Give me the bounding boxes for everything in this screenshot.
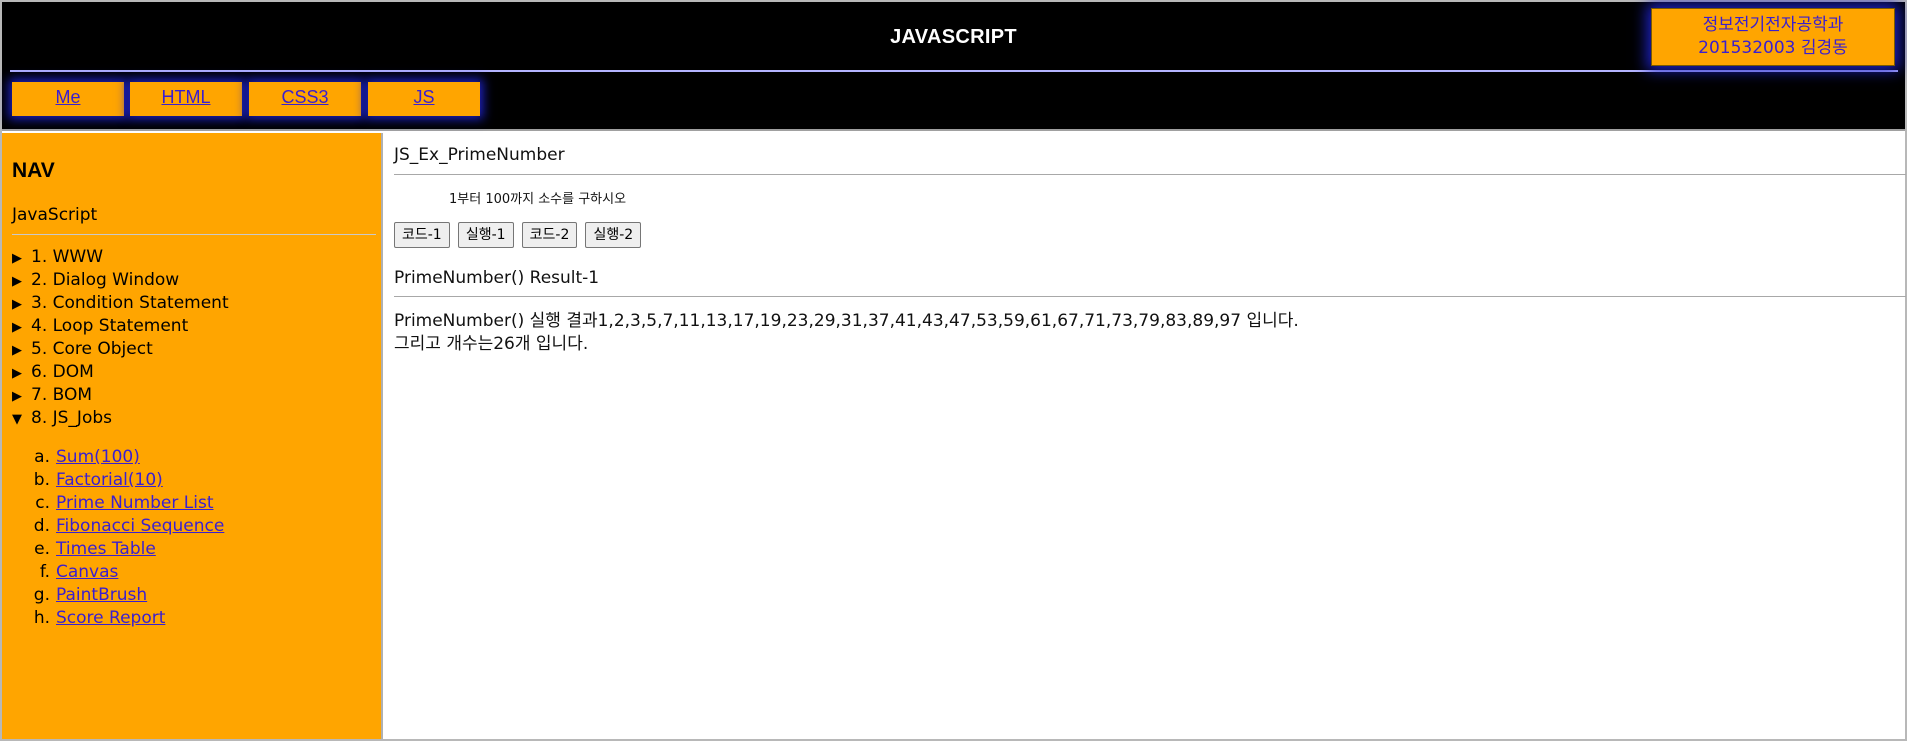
chapter-item-www[interactable]: ▶ 1. WWW [12,246,229,269]
list-marker: h. [33,608,50,628]
result-line-primes: PrimeNumber() 실행 결과1,2,3,5,7,11,13,17,19… [394,311,1299,331]
student-badge: 정보전기전자공학과 201532003 김경동 [1651,8,1895,66]
list-marker: a. [34,447,50,467]
job-item-fibonacci: d. Fibonacci Sequence [2,515,225,538]
chapter-list: ▶ 1. WWW ▶ 2. Dialog Window ▶ 3. Condition … [12,246,229,430]
task-description: 1부터 100까지 소수를 구하시오 [449,192,627,207]
list-marker: f. [39,562,50,582]
list-marker: d. [33,516,50,536]
job-link-fibonacci[interactable]: Fibonacci Sequence [56,516,224,536]
chapter-label: 6. DOM [31,362,94,382]
job-item-score-report: h. Score Report [2,607,224,630]
job-item-paintbrush: g. PaintBrush [2,584,224,607]
result-title: PrimeNumber() Result-1 [394,268,600,288]
student-department: 정보전기전자공학과 [1702,15,1844,35]
collapsed-triangle-icon: ▶ [12,366,22,381]
header-divider [10,70,1898,72]
chapter-item-core-object[interactable]: ▶ 5. Core Object [12,338,229,361]
page-title: JAVASCRIPT [890,26,1017,48]
job-link-times-table[interactable]: Times Table [56,539,156,559]
collapsed-triangle-icon: ▶ [12,274,22,289]
chapter-label: 5. Core Object [31,339,153,359]
nav-button-me[interactable]: Me [12,82,124,116]
expanded-triangle-icon: ▼ [12,412,22,427]
nav-button-js[interactable]: JS [368,82,480,116]
job-item-sum: a. Sum(100) [2,446,224,469]
collapsed-triangle-icon: ▶ [12,297,22,312]
code-1-button[interactable]: 코드-1 [394,222,450,248]
main-content: JS_Ex_PrimeNumber 1부터 100까지 소수를 구하시오 코드-… [385,133,1906,739]
chapter-label: 1. WWW [31,247,104,267]
page-header: JAVASCRIPT 정보전기전자공학과 201532003 김경동 Me HT… [2,2,1905,131]
job-item-prime-number-list: c. Prime Number List [2,492,224,515]
job-link-factorial[interactable]: Factorial(10) [56,470,163,490]
chapter-label: 3. Condition Statement [31,293,229,313]
collapsed-triangle-icon: ▶ [12,343,22,358]
result-divider [394,296,1906,297]
browser-page: JAVASCRIPT 정보전기전자공학과 201532003 김경동 Me HT… [0,0,1907,741]
chapter-item-condition-statement[interactable]: ▶ 3. Condition Statement [12,292,229,315]
chapter-item-dom[interactable]: ▶ 6. DOM [12,361,229,384]
sidebar-subheading: JavaScript [12,205,98,225]
list-marker: c. [35,493,50,513]
result-output: PrimeNumber() 실행 결과1,2,3,5,7,11,13,17,19… [394,310,1299,356]
sidebar-nav: NAV JavaScript ▶ 1. WWW ▶ 2. Dialog Window… [2,133,383,739]
chapter-item-bom[interactable]: ▶ 7. BOM [12,384,229,407]
section-title: JS_Ex_PrimeNumber [394,145,565,165]
chapter-label: 7. BOM [31,385,93,405]
js-jobs-list: a. Sum(100) b. Factorial(10) c. Prime Numbe… [2,446,225,630]
job-link-paintbrush[interactable]: PaintBrush [56,585,147,605]
job-link-sum[interactable]: Sum(100) [56,447,140,467]
chapter-label: 4. Loop Statement [31,316,189,336]
collapsed-triangle-icon: ▶ [12,251,22,266]
action-button-row: 코드-1 실행-1 코드-2 실행-2 [394,222,644,248]
sidebar-heading: NAV [12,159,55,182]
run-1-button[interactable]: 실행-1 [457,222,514,248]
chapter-item-loop-statement[interactable]: ▶ 4. Loop Statement [12,315,229,338]
collapsed-triangle-icon: ▶ [12,320,22,335]
job-item-times-table: e. Times Table [2,538,224,561]
collapsed-triangle-icon: ▶ [12,389,22,404]
job-link-prime-number-list[interactable]: Prime Number List [56,493,214,513]
job-link-score-report[interactable]: Score Report [56,608,165,628]
section-divider [394,174,1906,175]
nav-link-html[interactable]: HTML [162,87,211,107]
chapter-label: 8. JS_Jobs [31,408,112,428]
list-marker: e. [34,539,50,559]
job-item-canvas: f. Canvas [2,561,224,584]
sidebar-divider [12,234,376,235]
chapter-item-js-jobs[interactable]: ▼ 8. JS_Jobs [12,407,229,430]
nav-button-css3[interactable]: CSS3 [249,82,361,116]
nav-link-css3[interactable]: CSS3 [281,87,328,107]
student-id-name: 201532003 김경동 [1698,38,1848,58]
job-link-canvas[interactable]: Canvas [56,562,118,582]
list-marker: g. [33,585,50,605]
job-item-factorial: b. Factorial(10) [2,469,224,492]
nav-link-js[interactable]: JS [413,87,434,107]
result-line-count: 그리고 개수는26개 입니다. [394,334,589,354]
chapter-label: 2. Dialog Window [31,270,180,290]
list-marker: b. [33,470,50,490]
nav-button-html[interactable]: HTML [130,82,242,116]
chapter-item-dialog-window[interactable]: ▶ 2. Dialog Window [12,269,229,292]
code-2-button[interactable]: 코드-2 [521,222,578,248]
run-2-button[interactable]: 실행-2 [585,222,642,248]
nav-link-me[interactable]: Me [55,87,80,107]
